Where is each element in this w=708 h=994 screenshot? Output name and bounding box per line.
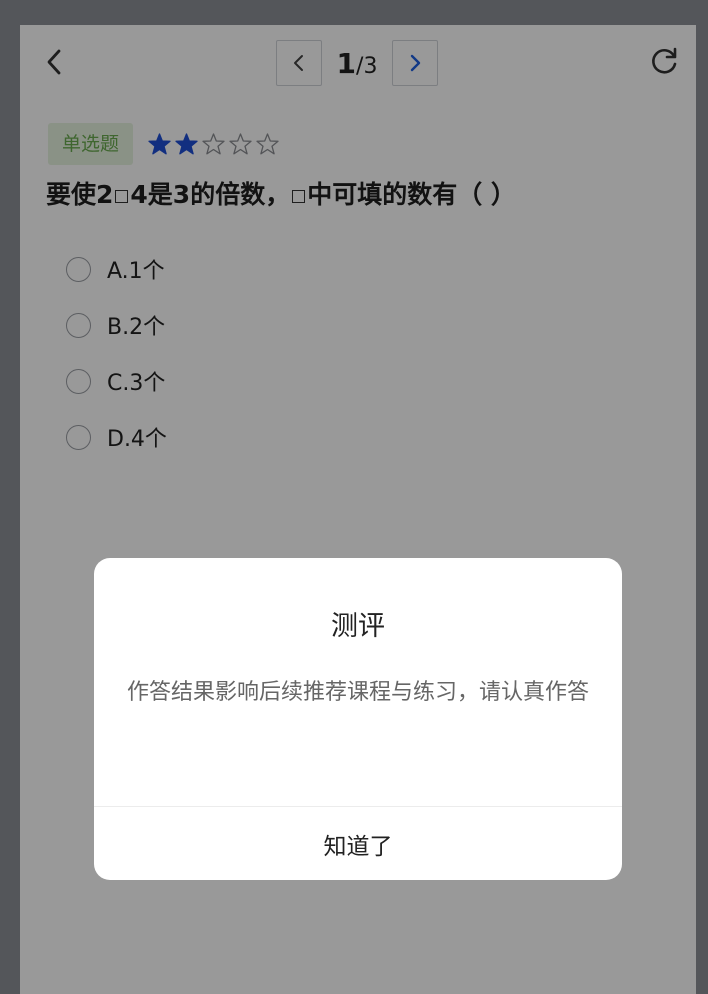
dialog-title: 测评 (331, 611, 385, 642)
assessment-dialog: 测评 作答结果影响后续推荐课程与练习，请认真作答 知道了 (94, 558, 622, 880)
dialog-message: 作答结果影响后续推荐课程与练习，请认真作答 (126, 680, 589, 705)
got-it-button[interactable]: 知道了 (94, 807, 622, 880)
